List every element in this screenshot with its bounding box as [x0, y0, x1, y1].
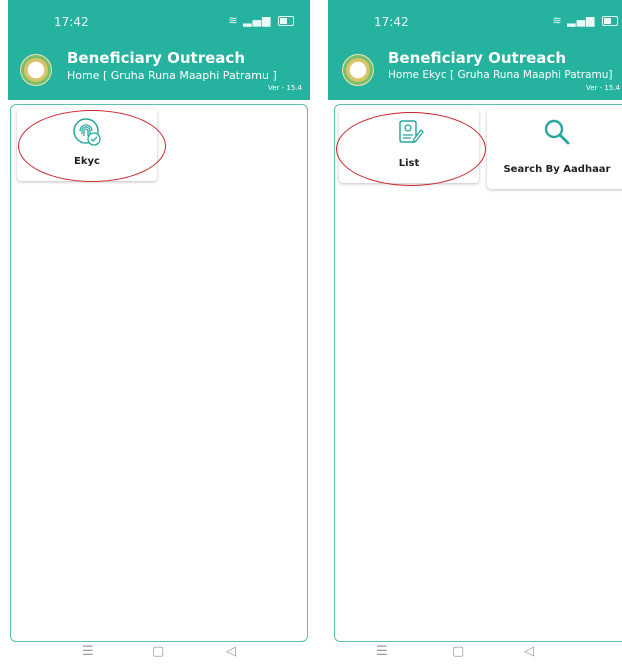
fingerprint-check-icon	[73, 118, 101, 146]
breadcrumb: Home [ Gruha Runa Maaphi Patramu ]	[67, 69, 277, 82]
back-icon[interactable]: ◁	[226, 644, 236, 659]
app-title: Beneficiary Outreach	[388, 49, 566, 67]
app-title: Beneficiary Outreach	[67, 49, 245, 67]
app-logo	[342, 54, 374, 86]
system-nav-bar: ☰ ▢ ◁	[8, 640, 310, 668]
list-tile-label: List	[398, 158, 420, 169]
signal-icon: ▂▄▆	[567, 14, 596, 27]
status-time: 17:42	[54, 15, 89, 29]
header-bar: 17:42 ≋ ▂▄▆ Beneficiary Outreach Home [ …	[8, 0, 310, 100]
version-label: Ver - 15.4	[586, 84, 620, 92]
home-icon[interactable]: ▢	[152, 644, 164, 659]
ekyc-tile[interactable]: Ekyc	[17, 109, 157, 181]
document-edit-icon	[399, 120, 424, 144]
home-icon[interactable]: ▢	[452, 644, 464, 659]
wifi-icon: ≋	[228, 14, 239, 27]
search-by-aadhaar-tile-label: Search By Aadhaar	[503, 164, 611, 175]
battery-icon	[278, 16, 294, 26]
ekyc-tile-label: Ekyc	[74, 156, 100, 167]
header-bar: 17:42 ≋ ▂▄▆ Beneficiary Outreach Home Ek…	[328, 0, 622, 100]
phone-screen-left: 17:42 ≋ ▂▄▆ Beneficiary Outreach Home [ …	[8, 0, 310, 668]
menu-icon[interactable]: ☰	[82, 644, 94, 659]
system-nav-bar: ☰ ▢ ◁	[328, 640, 622, 668]
status-icons: ≋ ▂▄▆	[552, 14, 618, 27]
menu-panel: List Search By Aadhaar	[334, 104, 622, 642]
app-logo	[20, 54, 52, 86]
search-by-aadhaar-tile[interactable]: Search By Aadhaar	[487, 109, 622, 189]
status-icons: ≋ ▂▄▆	[228, 14, 294, 27]
version-label: Ver - 15.4	[268, 84, 302, 92]
battery-icon	[602, 16, 618, 26]
phone-screen-right: 17:42 ≋ ▂▄▆ Beneficiary Outreach Home Ek…	[328, 0, 622, 668]
list-tile[interactable]: List	[339, 109, 479, 183]
search-icon	[544, 119, 570, 145]
back-icon[interactable]: ◁	[524, 644, 534, 659]
menu-panel: Ekyc	[10, 104, 308, 642]
status-time: 17:42	[374, 15, 409, 29]
wifi-icon: ≋	[552, 14, 563, 27]
menu-icon[interactable]: ☰	[376, 644, 388, 659]
breadcrumb: Home Ekyc [ Gruha Runa Maaphi Patramu]	[388, 69, 613, 81]
signal-icon: ▂▄▆	[243, 14, 272, 27]
